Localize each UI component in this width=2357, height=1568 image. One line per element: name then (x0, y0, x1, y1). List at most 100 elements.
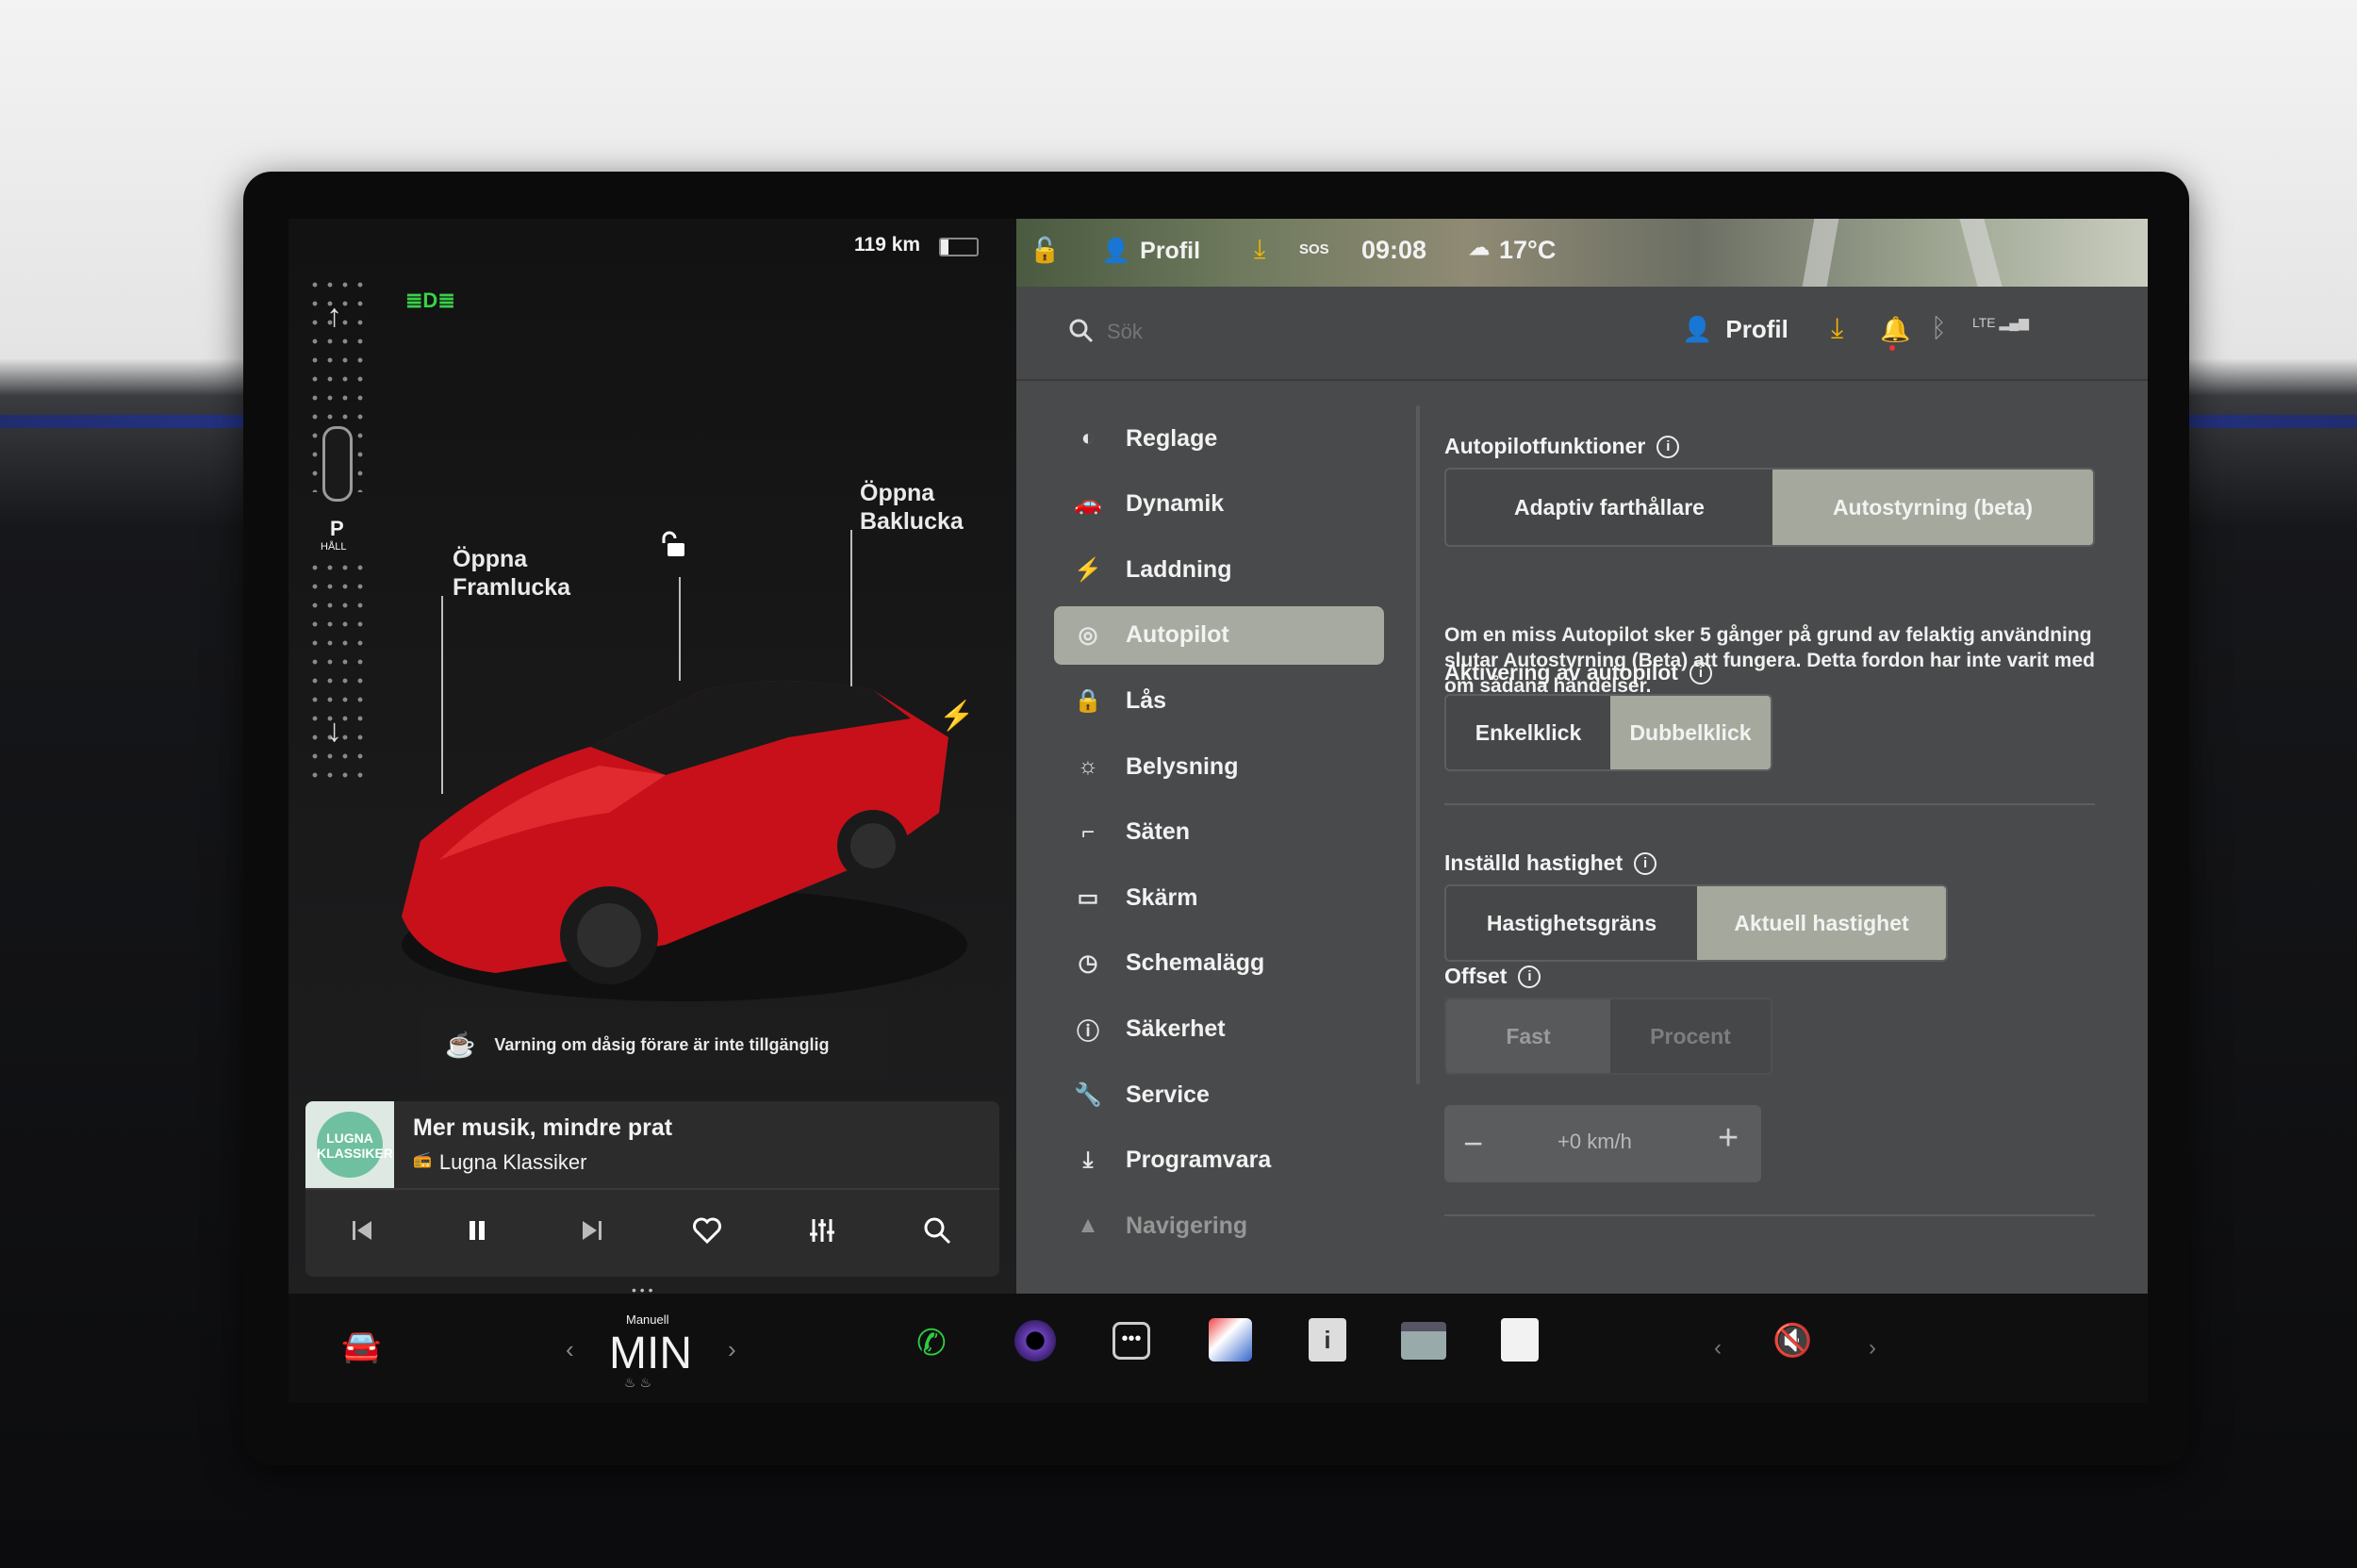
display-icon: ▭ (1077, 884, 1099, 911)
clock-time: 09:08 (1361, 236, 1427, 264)
media-player: LUGNA KLASSIKER Mer musik, mindre prat 📻… (305, 1101, 999, 1277)
menu-item-autopilot[interactable]: ◎ Autopilot (1054, 605, 1384, 665)
status-bar: 🔓 👤 Profil ⤓ SOS 09:08 ☁ 17°C (1016, 219, 2148, 287)
download-icon: ⤓ (1254, 234, 1266, 263)
menu-item-schemalägg[interactable]: ◷ Schemalägg (1054, 934, 1384, 993)
rear-trunk-label-2: Baklucka (860, 508, 964, 535)
gear-selector[interactable]: ↑ P HÅLL ↓ (307, 275, 368, 784)
climate-temp[interactable]: MIN (609, 1328, 692, 1379)
offset-value: +0 km/h (1558, 1130, 1632, 1153)
car-icon: 🚗 (1074, 491, 1102, 518)
offset-selector: Fast Procent (1444, 998, 1772, 1075)
menu-scrollbar[interactable] (1416, 405, 1420, 1084)
info-icon: ⓘ (1077, 1018, 1099, 1045)
speed-limit-option[interactable]: Hastighetsgräns (1446, 886, 1697, 960)
info-icon[interactable]: i (1689, 661, 1712, 685)
activation-title: Aktivering av autopilot (1444, 660, 1678, 685)
media-title: Mer musik, mindre prat (413, 1114, 673, 1141)
menu-item-belysning[interactable]: ☼ Belysning (1054, 737, 1384, 796)
menu-item-label: Service (1126, 1081, 1210, 1108)
dashcam-icon[interactable] (1401, 1322, 1446, 1360)
notes-icon[interactable] (1501, 1318, 1539, 1362)
front-trunk-label-2: Framlucka (453, 574, 571, 601)
front-trunk-button[interactable]: Öppna Framlucka (453, 545, 570, 602)
previous-icon (353, 1221, 371, 1240)
range-text: 119 km (854, 234, 921, 256)
info-icon[interactable]: i (1656, 435, 1680, 458)
menu-item-label: Belysning (1126, 752, 1239, 780)
vehicle-panel: 119 km ↑ P HÅLL ↓ ≣D≣ Öppna Framlucka Öp… (288, 219, 1016, 1297)
bell-icon[interactable]: 🔔 (1880, 315, 1910, 344)
double-click-option[interactable]: Dubbelklick (1610, 696, 1771, 769)
menu-item-label: Säkerhet (1126, 1015, 1226, 1042)
chevron-left-icon[interactable]: ‹ (566, 1335, 574, 1364)
next-track-button[interactable] (564, 1207, 620, 1254)
percent-option[interactable]: Procent (1610, 999, 1771, 1073)
camera-icon[interactable] (1014, 1320, 1056, 1362)
lock-status-icon[interactable]: 🔓 (1030, 236, 1060, 265)
software-update-icon[interactable]: ⤓ (1831, 313, 1843, 345)
volume-up-chevron-icon[interactable]: › (1869, 1335, 1876, 1362)
manual-icon[interactable]: i (1309, 1318, 1346, 1362)
previous-track-button[interactable] (334, 1207, 390, 1254)
warning-banner: ☕ Varning om dåsig förare är inte tillgä… (420, 1007, 888, 1082)
menu-item-skärm[interactable]: ▭ Skärm (1054, 868, 1384, 927)
volume-down-chevron-icon[interactable]: ‹ (1714, 1335, 1722, 1362)
equalizer-button[interactable] (794, 1207, 850, 1254)
menu-item-säten[interactable]: ⌐ Säten (1054, 803, 1384, 862)
settings-search-input[interactable] (1107, 315, 1484, 349)
pause-icon (470, 1221, 485, 1240)
current-speed-option[interactable]: Aktuell hastighet (1697, 886, 1946, 960)
mute-icon[interactable]: 🔇 (1772, 1322, 1812, 1360)
menu-item-dynamik[interactable]: 🚗 Dynamik (1054, 475, 1384, 534)
plus-button[interactable]: + (1718, 1118, 1739, 1159)
media-search-button[interactable] (909, 1207, 965, 1254)
menu-item-lås[interactable]: 🔒 Lås (1054, 671, 1384, 730)
gear-sub: HÅLL (321, 541, 347, 553)
autosteer-option[interactable]: Autostyrning (beta) (1772, 470, 2093, 545)
header-profile[interactable]: Profil (1725, 315, 1788, 344)
bluetooth-icon[interactable]: ᛒ (1931, 313, 1947, 343)
fixed-option[interactable]: Fast (1446, 999, 1610, 1073)
menu-item-reglage[interactable]: ◐ Reglage (1054, 409, 1384, 468)
bolt-icon: ⚡ (1074, 556, 1102, 583)
navigation-icon: ▲ (1077, 1213, 1099, 1239)
front-trunk-label-1: Öppna (453, 546, 528, 572)
download-icon: ⤓ (1082, 1147, 1094, 1173)
menu-item-laddning[interactable]: ⚡ Laddning (1054, 540, 1384, 599)
seat-heat-icon[interactable]: ♨ ♨ (624, 1375, 651, 1391)
info-icon[interactable]: i (1518, 965, 1541, 988)
info-icon[interactable]: i (1634, 851, 1657, 875)
climate-mode: Manuell (626, 1312, 669, 1327)
radio-icon: 📻 (413, 1152, 432, 1168)
rear-trunk-button[interactable]: Öppna Baklucka (860, 479, 964, 536)
pause-button[interactable] (449, 1207, 505, 1254)
menu-item-label: Säten (1126, 818, 1191, 846)
chevron-right-icon[interactable]: › (728, 1335, 736, 1364)
menu-item-säkerhet[interactable]: ⓘ Säkerhet (1054, 999, 1384, 1058)
equalizer-icon (810, 1219, 834, 1242)
bottom-bar: 🚘 ‹ Manuell MIN › ♨ ♨ ✆ ••• i ‹ 🔇 › (288, 1294, 2148, 1403)
menu-item-label: Lås (1126, 686, 1167, 714)
adaptive-cruise-option[interactable]: Adaptiv farthållare (1446, 470, 1772, 545)
menu-item-programvara[interactable]: ⤓ Programvara (1054, 1131, 1384, 1190)
coffee-icon: ☕ (445, 1030, 476, 1059)
toggle-icon: ◐ (1080, 425, 1096, 451)
unlock-icon[interactable] (658, 530, 688, 560)
single-click-option[interactable]: Enkelklick (1446, 696, 1610, 769)
touchscreen: 119 km ↑ P HÅLL ↓ ≣D≣ Öppna Framlucka Öp… (288, 219, 2148, 1403)
car-icon[interactable]: 🚘 (341, 1328, 381, 1365)
navigation-app-icon[interactable] (1209, 1318, 1252, 1362)
minus-button[interactable]: − (1463, 1124, 1483, 1164)
menu-item-label: Skärm (1126, 883, 1198, 911)
battery-icon (939, 238, 979, 256)
menu-item-label: Reglage (1126, 424, 1218, 452)
status-profile[interactable]: Profil (1140, 238, 1200, 265)
search-icon (1069, 319, 1094, 348)
phone-icon[interactable]: ✆ (916, 1322, 947, 1364)
more-apps-icon[interactable]: ••• (1113, 1322, 1150, 1360)
menu-item-navigering[interactable]: ▲ Navigering (1054, 1197, 1384, 1255)
search-icon (924, 1217, 951, 1245)
menu-item-service[interactable]: 🔧 Service (1054, 1065, 1384, 1124)
favorite-button[interactable] (679, 1207, 735, 1254)
